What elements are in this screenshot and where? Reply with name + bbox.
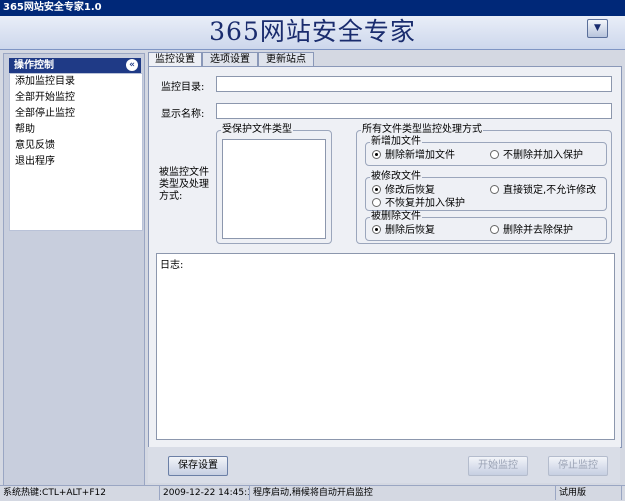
sidebar-header-label: 操作控制 <box>14 60 54 71</box>
radio-lock-modified[interactable]: 直接锁定,不允许修改 <box>490 185 596 196</box>
monitor-dir-input[interactable] <box>216 76 612 92</box>
radio-label: 删除并去除保护 <box>503 225 573 236</box>
radio-label: 删除新增加文件 <box>385 150 455 161</box>
radio-checked-icon <box>372 150 381 159</box>
sidebar-item-feedback[interactable]: 意见反馈 <box>10 138 142 154</box>
radio-unchecked-icon <box>490 150 499 159</box>
protected-types-title: 受保护文件类型 <box>221 124 293 136</box>
new-files-title: 新增加文件 <box>370 136 422 148</box>
display-name-input[interactable] <box>216 103 612 119</box>
dir-label: 监控目录: <box>161 82 205 93</box>
radio-label: 直接锁定,不允许修改 <box>503 185 597 196</box>
protected-types-list[interactable] <box>222 139 326 239</box>
status-datetime: 2009-12-22 14:45:36 <box>160 486 250 500</box>
method-label: 被监控文件类型及处理方式: <box>159 167 209 202</box>
sidebar: 操作控制 « 添加监控目录 全部开始监控 全部停止监控 帮助 意见反馈 退出程序 <box>3 53 145 486</box>
tab-update-sites[interactable]: 更新站点 <box>258 52 314 67</box>
name-label: 显示名称: <box>161 109 205 120</box>
radio-label: 不恢复并加入保护 <box>385 198 465 209</box>
radio-label: 删除后恢复 <box>385 225 435 236</box>
banner-title: 365网站安全专家 <box>209 17 416 46</box>
radio-restore-modified[interactable]: 修改后恢复 <box>372 185 435 196</box>
radio-unchecked-icon <box>372 198 381 207</box>
app-banner: 365网站安全专家 ▼ <box>0 16 625 50</box>
protected-types-group: 受保护文件类型 <box>216 124 332 244</box>
sidebar-item-add-monitor-dir[interactable]: 添加监控目录 <box>10 74 142 90</box>
radio-keep-new-files[interactable]: 不删除并加入保护 <box>490 150 583 161</box>
radio-no-restore-modified[interactable]: 不恢复并加入保护 <box>372 198 465 209</box>
collapse-chevron-icon[interactable]: « <box>126 59 138 71</box>
deleted-files-group: 被删除文件 删除后恢复 删除并去除保护 <box>365 211 607 241</box>
deleted-files-title: 被删除文件 <box>370 211 422 223</box>
radio-unchecked-icon <box>490 225 499 234</box>
new-files-group: 新增加文件 删除新增加文件 不删除并加入保护 <box>365 136 607 166</box>
radio-label: 修改后恢复 <box>385 185 435 196</box>
tab-option-settings[interactable]: 选项设置 <box>202 52 258 67</box>
log-area[interactable]: 日志: <box>156 253 615 440</box>
status-bar: 系统热键:CTL+ALT+F12 2009-12-22 14:45:36 程序启… <box>0 485 625 501</box>
log-label: 日志: <box>160 260 184 271</box>
menu-dropdown-icon[interactable]: ▼ <box>587 19 608 38</box>
monitor-settings-panel: 监控目录: 显示名称: 被监控文件类型及处理方式: 受保护文件类型 所有文件类型… <box>148 66 622 448</box>
start-monitor-button[interactable]: 开始监控 <box>468 456 528 476</box>
modified-files-title: 被修改文件 <box>370 171 422 183</box>
radio-unchecked-icon <box>490 185 499 194</box>
sidebar-item-start-all[interactable]: 全部开始监控 <box>10 90 142 106</box>
stop-monitor-button[interactable]: 停止监控 <box>548 456 608 476</box>
status-hotkey: 系统热键:CTL+ALT+F12 <box>0 486 160 500</box>
radio-checked-icon <box>372 185 381 194</box>
sidebar-header[interactable]: 操作控制 « <box>9 58 141 73</box>
sidebar-item-exit[interactable]: 退出程序 <box>10 154 142 170</box>
modified-files-group: 被修改文件 修改后恢复 直接锁定,不允许修改 不恢复并加入保护 <box>365 171 607 211</box>
radio-remove-deleted[interactable]: 删除并去除保护 <box>490 225 573 236</box>
radio-restore-deleted[interactable]: 删除后恢复 <box>372 225 435 236</box>
status-message: 程序启动,稍候将自动开启监控 <box>250 486 556 500</box>
status-edition: 试用版 <box>556 486 622 500</box>
action-bar: 保存设置 开始监控 停止监控 <box>148 447 620 483</box>
sidebar-list: 添加监控目录 全部开始监控 全部停止监控 帮助 意见反馈 退出程序 <box>9 73 143 231</box>
radio-checked-icon <box>372 225 381 234</box>
handling-group: 所有文件类型监控处理方式 新增加文件 删除新增加文件 不删除并加入保护 被修改文… <box>356 124 612 244</box>
window-titlebar: 365网站安全专家1.0 <box>0 0 625 16</box>
save-settings-button[interactable]: 保存设置 <box>168 456 228 476</box>
window-title: 365网站安全专家1.0 <box>3 2 102 13</box>
handling-title: 所有文件类型监控处理方式 <box>361 124 483 136</box>
sidebar-item-help[interactable]: 帮助 <box>10 122 142 138</box>
radio-label: 不删除并加入保护 <box>503 150 583 161</box>
radio-delete-new-files[interactable]: 删除新增加文件 <box>372 150 455 161</box>
sidebar-item-stop-all[interactable]: 全部停止监控 <box>10 106 142 122</box>
